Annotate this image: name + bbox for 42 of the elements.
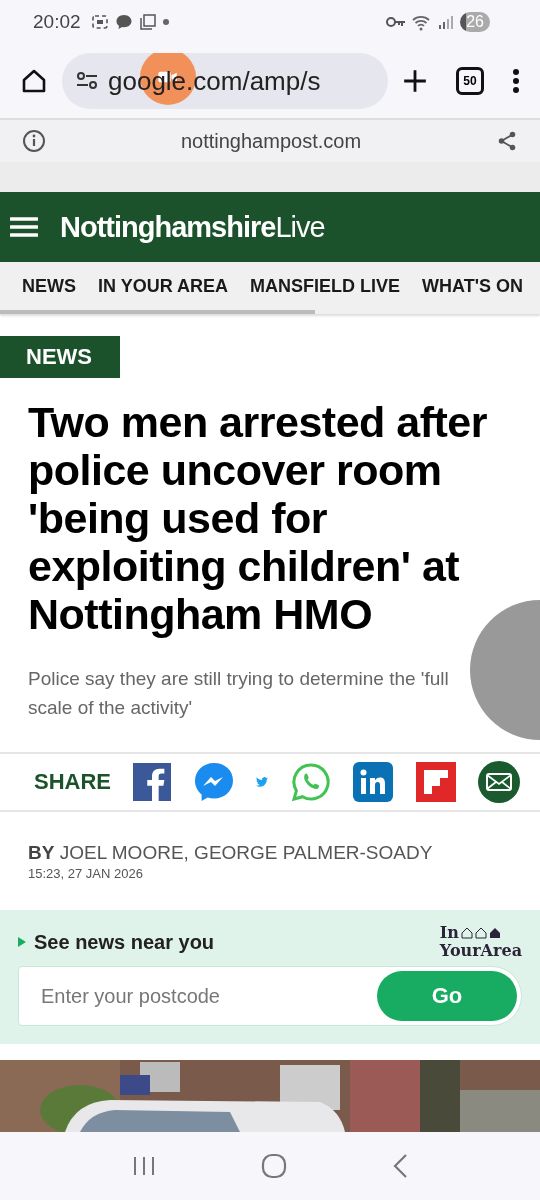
copy-icon bbox=[138, 13, 157, 31]
facebook-icon[interactable] bbox=[133, 762, 172, 802]
battery-indicator: 26 bbox=[460, 12, 490, 32]
site-logo[interactable]: NottinghamshireLive bbox=[60, 210, 325, 244]
email-icon[interactable] bbox=[477, 761, 520, 803]
status-time: 20:02 bbox=[33, 11, 81, 33]
key-icon bbox=[386, 16, 407, 28]
byline: BY JOEL MOORE, GEORGE PALMER-SOADY bbox=[28, 842, 434, 864]
bird-icon[interactable] bbox=[256, 777, 269, 787]
menu-icon[interactable] bbox=[512, 68, 520, 94]
home-button-icon[interactable] bbox=[261, 1153, 287, 1179]
nav-link[interactable]: NEWS bbox=[22, 275, 76, 297]
nav-link[interactable]: WHAT'S ON bbox=[422, 275, 523, 297]
panel-title: See news near you bbox=[34, 930, 215, 954]
messenger-icon[interactable] bbox=[193, 762, 234, 802]
recent-apps-icon[interactable] bbox=[132, 1155, 157, 1177]
triangle-icon bbox=[18, 937, 26, 947]
new-tab-icon[interactable] bbox=[402, 68, 428, 94]
houses-icon bbox=[460, 927, 503, 939]
signal-icon bbox=[438, 14, 455, 30]
headline: Two men arrested after police uncover room 'being used for exploiting children' at Nottingham HMO bbox=[28, 398, 488, 638]
nav-link[interactable]: MANSFIELD LIVE bbox=[250, 275, 401, 297]
dot-icon bbox=[162, 19, 169, 25]
standfirst: Police say they are still trying to determine the 'full scale of the activity' bbox=[28, 667, 450, 720]
tab-count-button[interactable]: 50 bbox=[456, 67, 484, 95]
logo-text: In bbox=[439, 924, 459, 942]
share-label: SHARE bbox=[34, 769, 111, 795]
logo-text: YourArea bbox=[439, 942, 522, 960]
section-tag[interactable]: NEWS bbox=[0, 336, 120, 378]
menu-icon[interactable] bbox=[10, 216, 38, 238]
flipboard-icon[interactable] bbox=[415, 762, 456, 802]
screenshot-icon bbox=[90, 13, 109, 31]
back-icon[interactable] bbox=[391, 1153, 408, 1179]
timestamp: 15:23, 27 JAN 2026 bbox=[28, 866, 143, 881]
linkedin-icon[interactable] bbox=[353, 762, 394, 802]
chat-icon bbox=[114, 13, 133, 31]
info-icon[interactable] bbox=[22, 129, 46, 153]
domain-text: nottinghampost.com bbox=[179, 129, 363, 153]
tune-icon[interactable] bbox=[76, 72, 98, 90]
home-icon[interactable] bbox=[20, 67, 48, 95]
share-icon[interactable] bbox=[496, 130, 518, 152]
nav-link[interactable]: IN YOUR AREA bbox=[98, 275, 229, 297]
